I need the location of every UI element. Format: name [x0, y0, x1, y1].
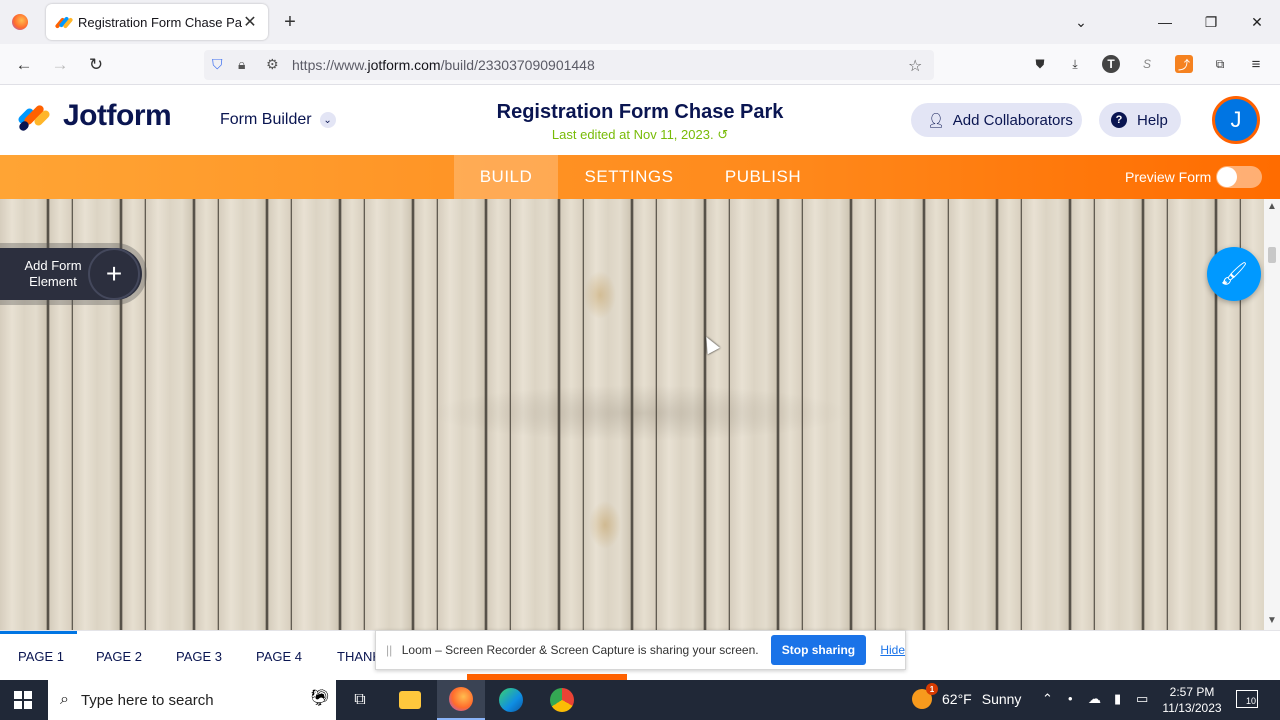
minimize-icon[interactable]: —: [1142, 0, 1188, 44]
extension-s-icon[interactable]: S: [1138, 55, 1156, 73]
lock-icon[interactable]: 🔒︎: [238, 56, 245, 73]
edge-icon[interactable]: [487, 680, 535, 720]
history-icon[interactable]: ↺: [717, 127, 728, 142]
url-bar[interactable]: ⛉ 🔒︎ ⚙ https://www.jotform.com/build/233…: [204, 50, 934, 80]
toggle-knob: [1217, 167, 1237, 187]
form-builder-label: Form Builder: [220, 111, 312, 128]
task-view-icon[interactable]: ⧉: [336, 680, 384, 720]
firefox-icon[interactable]: [0, 0, 40, 44]
help-icon: ?: [1111, 112, 1127, 128]
active-page-indicator: [0, 631, 77, 634]
volume-icon[interactable]: ▮: [1114, 691, 1121, 707]
chrome-icon[interactable]: [538, 680, 586, 720]
scroll-down-icon[interactable]: ▼: [1264, 615, 1280, 626]
taskbar-search-box[interactable]: ⌕ Type here to search 🦃︎: [48, 680, 336, 720]
page-tab-2[interactable]: PAGE 2: [96, 649, 142, 664]
tab-publish[interactable]: PUBLISH: [714, 155, 812, 199]
close-window-icon[interactable]: ✕: [1234, 0, 1280, 44]
last-edited-status[interactable]: Last edited at Nov 11, 2023. ↺: [440, 127, 840, 143]
download-icon[interactable]: ⤓: [1066, 55, 1084, 73]
page-tab-4[interactable]: PAGE 4: [256, 649, 302, 664]
windows-taskbar: ⌕ Type here to search 🦃︎ ⧉ 1 62°F Sunny …: [0, 680, 1280, 720]
form-canvas-background[interactable]: [0, 199, 1264, 630]
file-explorer-icon[interactable]: [386, 680, 434, 720]
show-hidden-icons-icon[interactable]: ⌃: [1042, 691, 1053, 707]
jotform-favicon-icon: [54, 15, 74, 29]
notifications-icon[interactable]: 10: [1236, 690, 1258, 708]
jotform-logo-icon[interactable]: [16, 101, 52, 133]
new-tab-button[interactable]: +: [280, 10, 300, 34]
hide-link[interactable]: Hide: [880, 643, 905, 657]
add-form-element-button[interactable]: Add Form Element +: [0, 248, 142, 300]
page-tab-1[interactable]: PAGE 1: [18, 649, 64, 664]
browser-nav-bar: ← → ↻ ⛉ 🔒︎ ⚙ https://www.jotform.com/bui…: [0, 44, 1280, 85]
extension-orange-icon[interactable]: ⤴: [1175, 55, 1193, 73]
microphone-icon[interactable]: •: [1068, 691, 1073, 706]
stop-sharing-button[interactable]: Stop sharing: [770, 635, 867, 665]
help-button[interactable]: ? Help: [1099, 103, 1181, 137]
extensions-puzzle-icon[interactable]: ⧉: [1211, 55, 1229, 73]
sun-icon: 1: [912, 683, 938, 709]
taskbar-clock[interactable]: 2:57 PM 11/13/2023: [1160, 684, 1224, 716]
forward-icon[interactable]: →: [47, 52, 73, 78]
form-designer-paint-roller-icon[interactable]: 🖌︎: [1207, 247, 1261, 301]
tab-title: Registration Form Chase Park: [78, 14, 242, 30]
page-tab-3[interactable]: PAGE 3: [176, 649, 222, 664]
shield-icon[interactable]: ⛉: [212, 56, 223, 73]
loom-sharing-banner: || Loom – Screen Recorder & Screen Captu…: [375, 630, 906, 670]
preview-form-toggle[interactable]: [1216, 166, 1262, 188]
bookmark-star-icon[interactable]: ☆: [908, 56, 922, 76]
form-title[interactable]: Registration Form Chase Park: [440, 101, 840, 124]
search-placeholder: Type here to search: [80, 691, 214, 709]
help-label: Help: [1137, 111, 1168, 129]
app-menu-icon[interactable]: ≡: [1247, 55, 1265, 73]
search-highlight-thanksgiving-icon[interactable]: 🦃︎: [310, 688, 330, 708]
browser-tab-strip: Registration Form Chase Park ✕ + ⌄ — ❐ ✕: [0, 0, 1280, 44]
preview-form-label: Preview Form: [1125, 169, 1212, 185]
weather-temp: 62°F: [942, 691, 972, 707]
builder-nav-bar: BUILD SETTINGS PUBLISH Preview Form: [0, 155, 1280, 199]
plus-icon[interactable]: +: [88, 248, 140, 300]
pocket-icon[interactable]: ⛊: [1031, 55, 1049, 73]
chevron-down-icon: ⌄: [319, 112, 336, 128]
windows-start-icon[interactable]: [14, 691, 32, 709]
avatar[interactable]: J: [1212, 96, 1260, 144]
add-collaborators-label: Add Collaborators: [952, 111, 1073, 129]
add-form-element-line2: Element: [29, 274, 77, 289]
clock-date: 11/13/2023: [1162, 701, 1222, 715]
browser-tab[interactable]: Registration Form Chase Park ✕: [46, 4, 268, 40]
weather-widget[interactable]: 1 62°F Sunny: [912, 683, 1022, 709]
onedrive-cloud-icon[interactable]: ☁: [1088, 691, 1101, 707]
add-form-element-label: Add Form Element: [14, 258, 92, 290]
jotform-header: Jotform Form Builder ⌄ Registration Form…: [0, 85, 1280, 155]
weather-desc: Sunny: [981, 691, 1022, 707]
url-text[interactable]: https://www.jotform.com/build/2330370909…: [292, 57, 595, 73]
form-builder-dropdown[interactable]: Form Builder ⌄: [220, 111, 336, 129]
tab-settings[interactable]: SETTINGS: [572, 155, 686, 199]
firefox-taskbar-icon[interactable]: [437, 680, 485, 720]
scrollbar-thumb[interactable]: [1268, 247, 1276, 263]
list-all-tabs-icon[interactable]: ⌄: [1058, 0, 1104, 44]
reload-icon[interactable]: ↻: [83, 52, 109, 78]
screen: Registration Form Chase Park ✕ + ⌄ — ❐ ✕…: [0, 0, 1280, 720]
scroll-up-icon[interactable]: ▲: [1264, 201, 1280, 212]
network-icon[interactable]: ▭: [1136, 691, 1148, 707]
user-icon: 👤︎: [927, 111, 945, 128]
add-collaborators-button[interactable]: 👤︎ Add Collaborators: [911, 103, 1082, 137]
back-icon[interactable]: ←: [11, 52, 37, 78]
loom-message: Loom – Screen Recorder & Screen Capture …: [401, 643, 759, 657]
extension-t-icon[interactable]: T: [1102, 55, 1120, 73]
add-form-element-line1: Add Form: [24, 258, 82, 273]
clock-time: 2:57 PM: [1169, 685, 1215, 699]
weather-badge: 1: [926, 683, 938, 695]
drag-handle-icon[interactable]: ||: [386, 643, 394, 657]
jotform-brand[interactable]: Jotform: [63, 99, 172, 133]
canvas-scrollbar[interactable]: ▲ ▼: [1264, 199, 1280, 630]
search-icon: ⌕: [60, 691, 69, 708]
permissions-icon[interactable]: ⚙: [266, 56, 279, 73]
tab-build[interactable]: BUILD: [454, 155, 558, 199]
tab-close-icon[interactable]: ✕: [242, 12, 258, 32]
restore-icon[interactable]: ❐: [1188, 0, 1234, 44]
